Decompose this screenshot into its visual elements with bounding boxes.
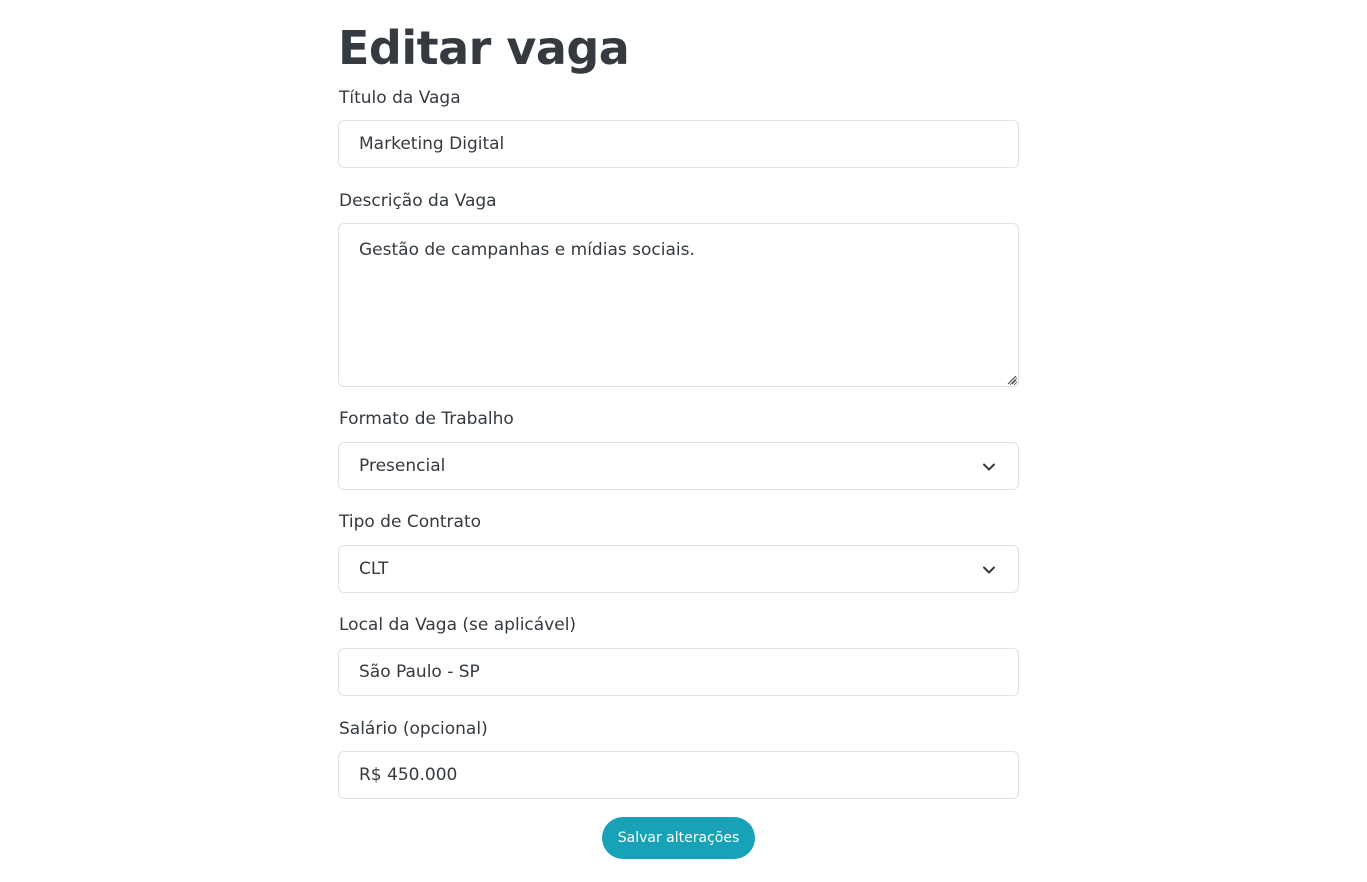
- job-location-label: Local da Vaga (se aplicável): [339, 615, 577, 635]
- chevron-down-icon: [983, 566, 995, 574]
- job-description-label: Descrição da Vaga: [339, 191, 497, 211]
- chevron-down-icon: [983, 463, 995, 471]
- job-description-wrapper: Gestão de campanhas e mídias sociais.: [338, 223, 1019, 387]
- page-title: Editar vaga: [338, 21, 630, 75]
- work-format-label: Formato de Trabalho: [339, 409, 514, 429]
- job-description-textarea[interactable]: Gestão de campanhas e mídias sociais.: [338, 223, 1019, 387]
- page: Editar vaga Título da Vaga Descrição da …: [0, 0, 1367, 882]
- salary-label: Salário (opcional): [339, 719, 488, 739]
- contract-type-select[interactable]: CLT: [338, 545, 1019, 593]
- salary-input[interactable]: [338, 751, 1019, 799]
- job-title-label: Título da Vaga: [339, 88, 461, 108]
- work-format-selected-value: Presencial: [359, 456, 446, 476]
- contract-type-label: Tipo de Contrato: [339, 512, 482, 532]
- work-format-select[interactable]: Presencial: [338, 442, 1019, 490]
- resize-grip-icon[interactable]: [1005, 373, 1017, 385]
- job-location-input[interactable]: [338, 648, 1019, 696]
- save-changes-button[interactable]: Salvar alterações: [602, 817, 755, 859]
- contract-type-selected-value: CLT: [359, 559, 389, 579]
- job-title-input[interactable]: [338, 120, 1019, 168]
